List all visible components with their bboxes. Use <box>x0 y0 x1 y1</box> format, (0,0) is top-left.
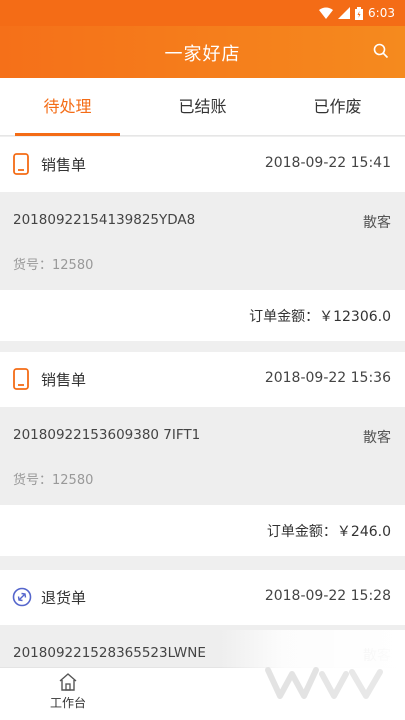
battery-icon <box>355 6 364 20</box>
order-header: 销售单 2018-09-22 15:36 <box>0 352 405 407</box>
search-icon[interactable] <box>373 43 389 59</box>
tab-settled[interactable]: 已结账 <box>135 78 270 136</box>
app-bar: 一家好店 <box>0 26 405 78</box>
order-footer: 订单金额：￥12306.0 <box>0 290 405 341</box>
order-number: 201809221528365523LWNE <box>13 645 206 661</box>
sku-number: 货号：12580 <box>13 258 94 273</box>
order-list: 销售单 2018-09-22 15:41 20180922154139825YD… <box>0 137 405 667</box>
customer-name: 散客 <box>363 215 391 231</box>
order-footer: 订单金额：￥246.0 <box>0 505 405 556</box>
tab-voided[interactable]: 已作废 <box>270 78 405 136</box>
order-header: 退货单 2018-09-22 15:28 <box>0 570 405 625</box>
order-body: 20180922153609380 7IFT1 散客 货号：12580 <box>0 407 405 505</box>
order-header: 销售单 2018-09-22 15:41 <box>0 137 405 192</box>
order-number: 20180922154139825YDA8 <box>13 212 196 228</box>
order-tabs: 待处理 已结账 已作废 <box>0 78 405 136</box>
order-type: 销售单 <box>41 156 87 174</box>
tab-pending[interactable]: 待处理 <box>0 78 135 136</box>
home-icon <box>59 673 77 691</box>
order-time: 2018-09-22 15:41 <box>264 155 391 171</box>
order-time: 2018-09-22 15:36 <box>264 370 391 386</box>
phone-icon <box>13 153 29 175</box>
active-tab-indicator <box>15 133 120 136</box>
phone-icon <box>13 368 29 390</box>
return-icon <box>12 587 32 607</box>
status-icons: 6:03 <box>319 6 395 20</box>
order-body: 20180922154139825YDA8 散客 货号：12580 <box>0 192 405 290</box>
order-time: 2018-09-22 15:28 <box>264 588 391 604</box>
order-type: 退货单 <box>41 589 87 607</box>
nav-label: 工作台 <box>49 696 86 710</box>
order-number: 20180922153609380 7IFT1 <box>13 427 201 443</box>
watermark-logo <box>220 630 405 720</box>
order-amount: 订单金额：￥12306.0 <box>249 309 391 325</box>
nav-workbench[interactable]: 工作台 <box>38 672 98 711</box>
customer-name: 散客 <box>363 430 391 446</box>
wifi-icon <box>319 7 334 19</box>
order-type: 销售单 <box>41 371 87 389</box>
page-title: 一家好店 <box>164 44 241 65</box>
status-bar: 6:03 <box>0 0 405 26</box>
status-time: 6:03 <box>368 6 395 20</box>
watermark-mark <box>265 667 383 699</box>
order-amount: 订单金额：￥246.0 <box>266 524 391 540</box>
sku-number: 货号：12580 <box>13 473 94 488</box>
signal-icon <box>338 7 351 19</box>
